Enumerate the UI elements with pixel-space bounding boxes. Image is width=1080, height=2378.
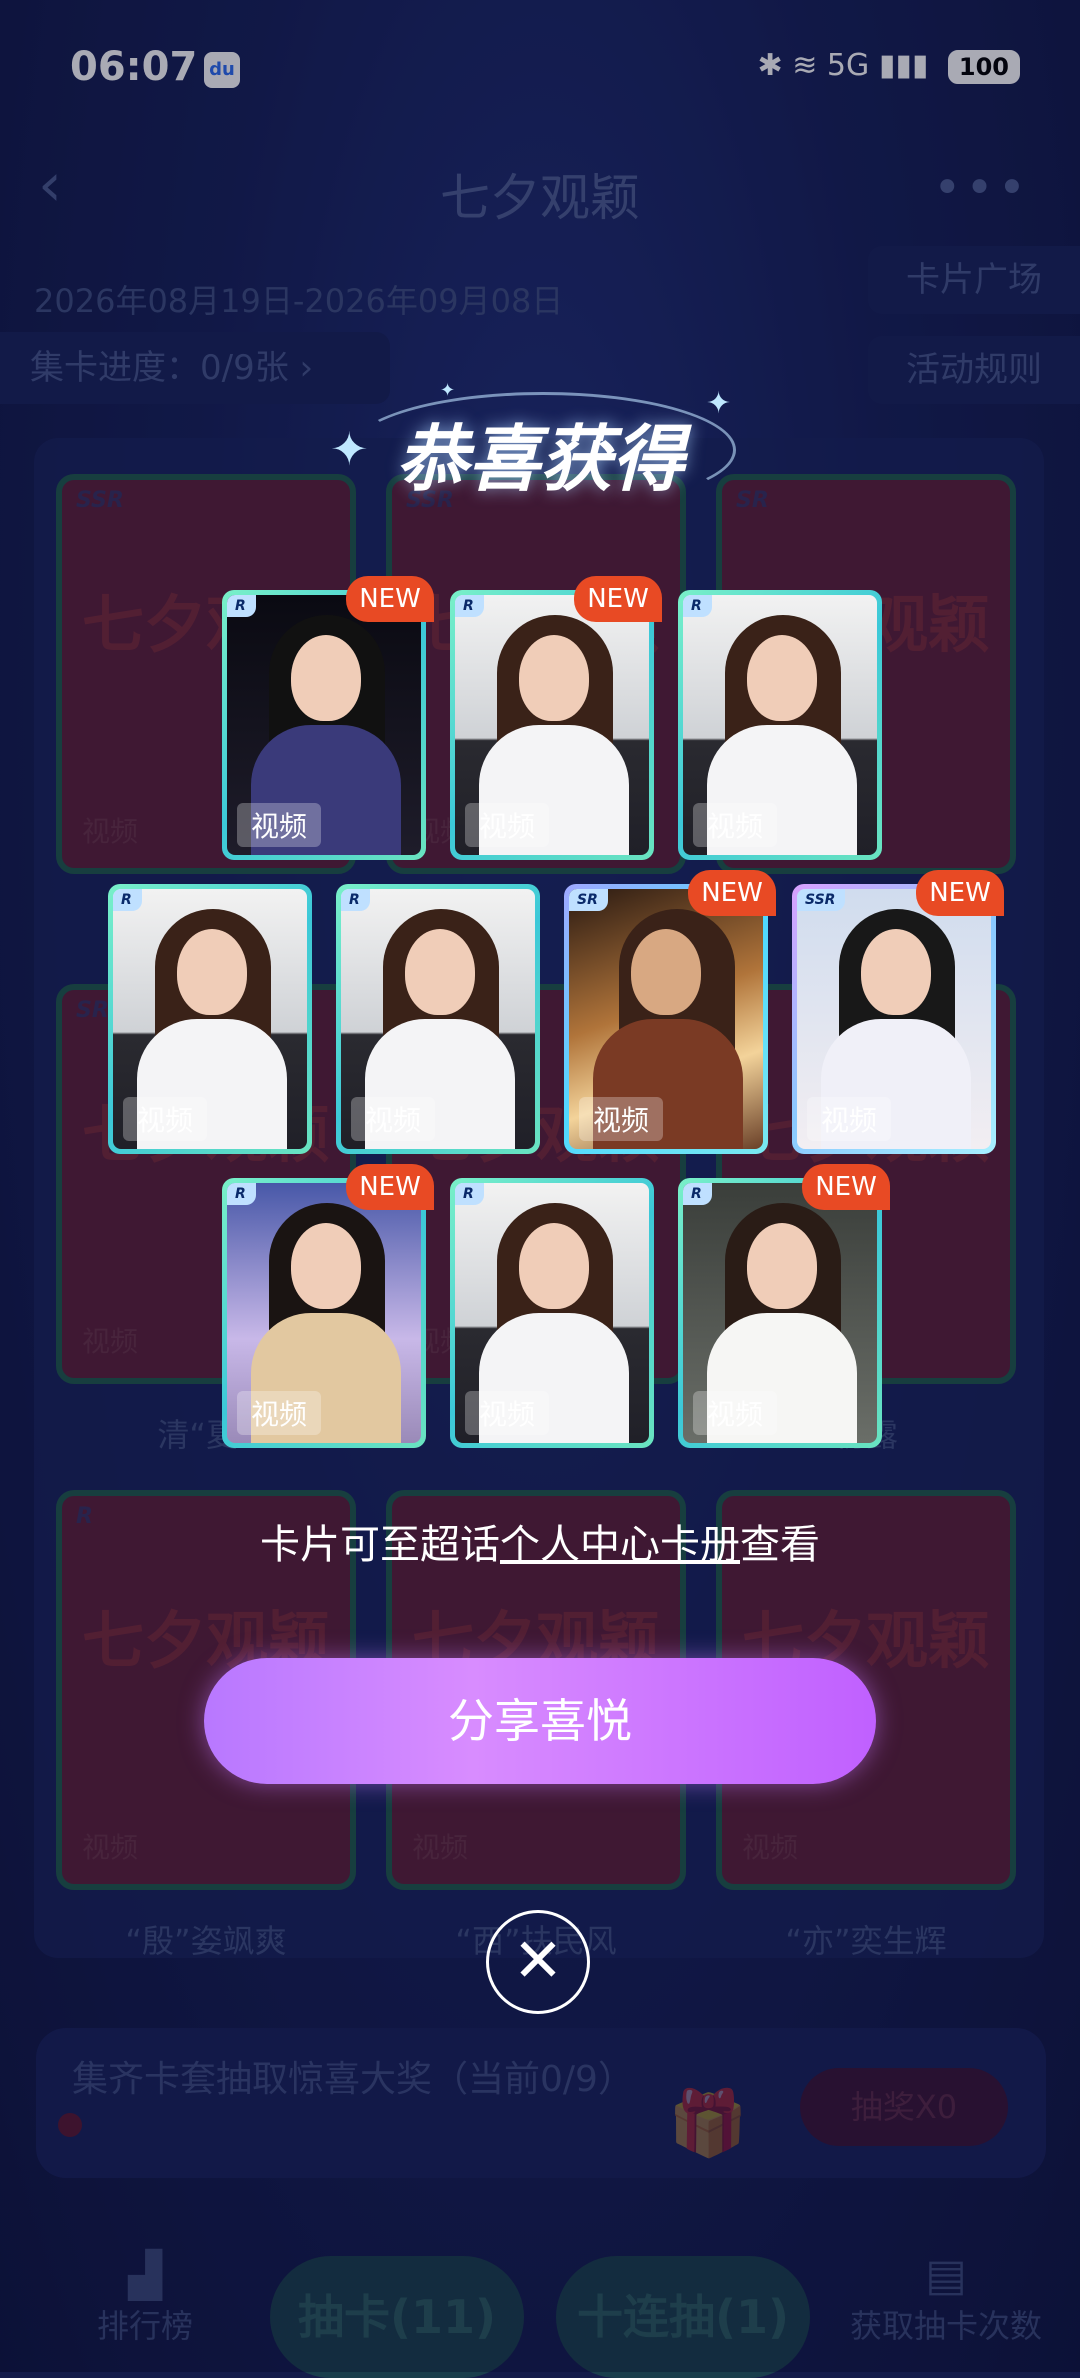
rarity-tag: R: [113, 889, 142, 911]
new-badge: NEW: [574, 576, 662, 622]
congrats-title: 恭喜获得: [395, 417, 684, 501]
rarity-tag: SSR: [797, 889, 846, 911]
card-8[interactable]: R 视频 NEW: [222, 1164, 434, 1448]
share-button[interactable]: 分享喜悦: [204, 1658, 876, 1784]
video-label: 视频: [465, 1391, 550, 1435]
card-2[interactable]: R 视频 NEW: [450, 576, 662, 860]
rarity-tag: SR: [569, 889, 608, 911]
new-badge: NEW: [346, 576, 434, 622]
card-5[interactable]: R 视频: [336, 884, 540, 1154]
card-album-link[interactable]: 个人中心卡册: [500, 1522, 740, 1568]
rarity-tag: R: [227, 595, 256, 617]
video-label: 视频: [807, 1097, 892, 1141]
video-label: 视频: [693, 803, 778, 847]
hint-suffix: 查看: [740, 1522, 820, 1568]
card-9[interactable]: R 视频: [450, 1178, 654, 1448]
new-badge: NEW: [802, 1164, 890, 1210]
new-badge: NEW: [346, 1164, 434, 1210]
rarity-tag: R: [455, 1183, 484, 1205]
rarity-tag: R: [683, 1183, 712, 1205]
rarity-tag: R: [683, 595, 712, 617]
card-10[interactable]: R 视频 NEW: [678, 1164, 890, 1448]
rarity-tag: R: [341, 889, 370, 911]
rarity-tag: R: [227, 1183, 256, 1205]
card-7[interactable]: SSR 视频 NEW: [792, 870, 1004, 1154]
video-label: 视频: [123, 1097, 208, 1141]
new-badge: NEW: [688, 870, 776, 916]
card-3[interactable]: R 视频: [678, 590, 882, 860]
video-label: 视频: [237, 803, 322, 847]
close-icon[interactable]: ✕: [486, 1910, 590, 2014]
video-label: 视频: [579, 1097, 664, 1141]
video-label: 视频: [693, 1391, 778, 1435]
sparkle-icon: ✦: [440, 380, 456, 401]
rarity-tag: R: [455, 595, 484, 617]
new-badge: NEW: [916, 870, 1004, 916]
hint-prefix: 卡片可至超话: [260, 1522, 500, 1568]
card-4[interactable]: R 视频: [108, 884, 312, 1154]
video-label: 视频: [465, 803, 550, 847]
card-album-hint: 卡片可至超话个人中心卡册查看: [0, 1512, 1080, 1570]
video-label: 视频: [237, 1391, 322, 1435]
video-label: 视频: [351, 1097, 436, 1141]
card-6[interactable]: SR 视频 NEW: [564, 870, 776, 1154]
card-1[interactable]: R 视频 NEW: [222, 576, 434, 860]
